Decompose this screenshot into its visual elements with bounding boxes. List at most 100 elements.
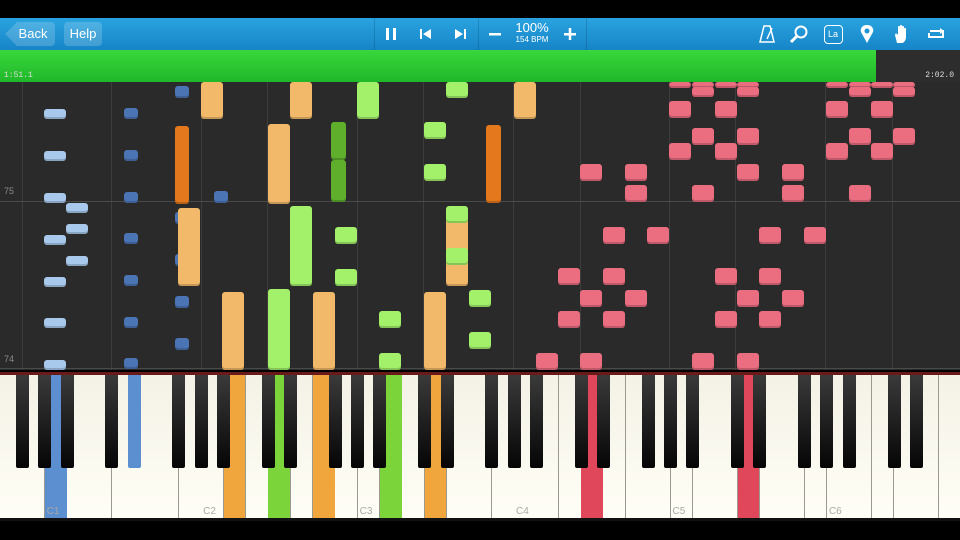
black-key[interactable] bbox=[798, 375, 812, 468]
minus-icon bbox=[489, 33, 501, 36]
guide-line bbox=[22, 82, 23, 370]
black-key[interactable] bbox=[731, 375, 745, 468]
loop-icon bbox=[928, 28, 944, 38]
total-time: 2:02.0 bbox=[925, 71, 954, 80]
note-label-button[interactable]: La bbox=[818, 18, 848, 50]
black-key[interactable] bbox=[641, 375, 655, 468]
black-key[interactable] bbox=[172, 375, 186, 468]
falling-note bbox=[268, 124, 290, 204]
tempo-bpm: 154 BPM bbox=[515, 35, 549, 44]
falling-note bbox=[424, 164, 446, 181]
black-key[interactable] bbox=[887, 375, 901, 468]
pause-button[interactable] bbox=[374, 18, 407, 50]
progress-bar[interactable]: 1:51.1 2:02.0 bbox=[0, 50, 960, 82]
guide-line bbox=[513, 82, 514, 370]
black-key[interactable] bbox=[596, 375, 610, 468]
label-icon: La bbox=[823, 24, 843, 44]
falling-note bbox=[558, 268, 580, 285]
falling-note bbox=[175, 338, 189, 350]
black-key[interactable] bbox=[217, 375, 230, 468]
black-key[interactable] bbox=[127, 375, 141, 468]
falling-note bbox=[737, 164, 759, 181]
black-key[interactable] bbox=[440, 375, 454, 468]
black-key[interactable] bbox=[194, 375, 208, 468]
zoom-button[interactable] bbox=[784, 18, 814, 50]
measure-line bbox=[0, 368, 960, 369]
octave-label: C1 bbox=[46, 506, 60, 517]
falling-note bbox=[124, 275, 138, 286]
metronome-icon bbox=[759, 25, 775, 43]
black-key[interactable] bbox=[105, 375, 119, 468]
falling-note bbox=[647, 227, 669, 244]
falling-note bbox=[715, 311, 737, 328]
black-key[interactable] bbox=[574, 375, 588, 468]
falling-note bbox=[759, 227, 781, 244]
falling-note bbox=[335, 269, 357, 286]
black-key[interactable] bbox=[261, 375, 275, 468]
black-key[interactable] bbox=[820, 375, 834, 468]
elapsed-time: 1:51.1 bbox=[4, 71, 33, 80]
help-button[interactable]: Help bbox=[64, 22, 102, 46]
falling-note bbox=[715, 82, 737, 88]
white-key[interactable] bbox=[938, 375, 960, 518]
falling-note bbox=[175, 126, 189, 204]
black-key[interactable] bbox=[351, 375, 365, 468]
falling-note bbox=[290, 82, 312, 119]
marker-button[interactable] bbox=[852, 18, 882, 50]
falling-note bbox=[486, 125, 501, 203]
pause-icon bbox=[386, 28, 396, 40]
falling-note bbox=[782, 164, 804, 181]
falling-note bbox=[379, 353, 401, 370]
black-key[interactable] bbox=[664, 375, 677, 468]
falling-note bbox=[44, 193, 66, 203]
tempo-up-button[interactable] bbox=[554, 18, 587, 50]
falling-note bbox=[715, 143, 737, 160]
falling-note bbox=[580, 353, 602, 370]
falling-note bbox=[692, 128, 714, 145]
black-key[interactable] bbox=[284, 375, 298, 468]
black-key[interactable] bbox=[15, 375, 29, 468]
black-key[interactable] bbox=[686, 375, 700, 468]
hand-button[interactable] bbox=[886, 18, 916, 50]
falling-note bbox=[514, 82, 536, 119]
metronome-button[interactable] bbox=[752, 18, 782, 50]
hand-icon bbox=[895, 24, 906, 43]
falling-note bbox=[669, 82, 691, 88]
plus-icon bbox=[564, 28, 576, 40]
falling-note bbox=[66, 224, 88, 234]
black-key[interactable] bbox=[485, 375, 499, 468]
black-key[interactable] bbox=[507, 375, 521, 468]
marker-icon bbox=[860, 25, 874, 43]
guide-line bbox=[669, 82, 670, 370]
falling-note bbox=[692, 87, 714, 97]
falling-note bbox=[737, 353, 759, 370]
black-key[interactable] bbox=[328, 375, 342, 468]
black-key[interactable] bbox=[418, 375, 432, 468]
falling-note bbox=[124, 192, 138, 203]
black-key[interactable] bbox=[842, 375, 856, 468]
falling-note bbox=[175, 86, 189, 98]
black-key[interactable] bbox=[909, 375, 923, 468]
falling-note bbox=[849, 185, 871, 202]
skip-forward-button[interactable] bbox=[444, 18, 476, 50]
falling-note bbox=[826, 82, 848, 88]
tempo-display: 100% 154 BPM bbox=[508, 21, 556, 45]
black-key[interactable] bbox=[529, 375, 543, 468]
black-key[interactable] bbox=[38, 375, 52, 468]
black-key[interactable] bbox=[753, 375, 767, 468]
black-key[interactable] bbox=[60, 375, 74, 468]
measure-number: 75 bbox=[4, 186, 15, 196]
guide-line bbox=[825, 82, 826, 370]
falling-note bbox=[44, 109, 66, 119]
falling-note bbox=[357, 82, 379, 119]
tempo-down-button[interactable] bbox=[478, 18, 511, 50]
octave-label: C4 bbox=[516, 506, 529, 517]
loop-button[interactable] bbox=[920, 18, 952, 50]
skip-back-button[interactable] bbox=[410, 18, 442, 50]
falling-note bbox=[871, 101, 893, 118]
octave-label: C5 bbox=[672, 506, 686, 517]
measure-line bbox=[0, 201, 960, 202]
falling-note bbox=[871, 143, 893, 160]
black-key[interactable] bbox=[373, 375, 387, 468]
back-button[interactable]: Back bbox=[5, 22, 55, 46]
